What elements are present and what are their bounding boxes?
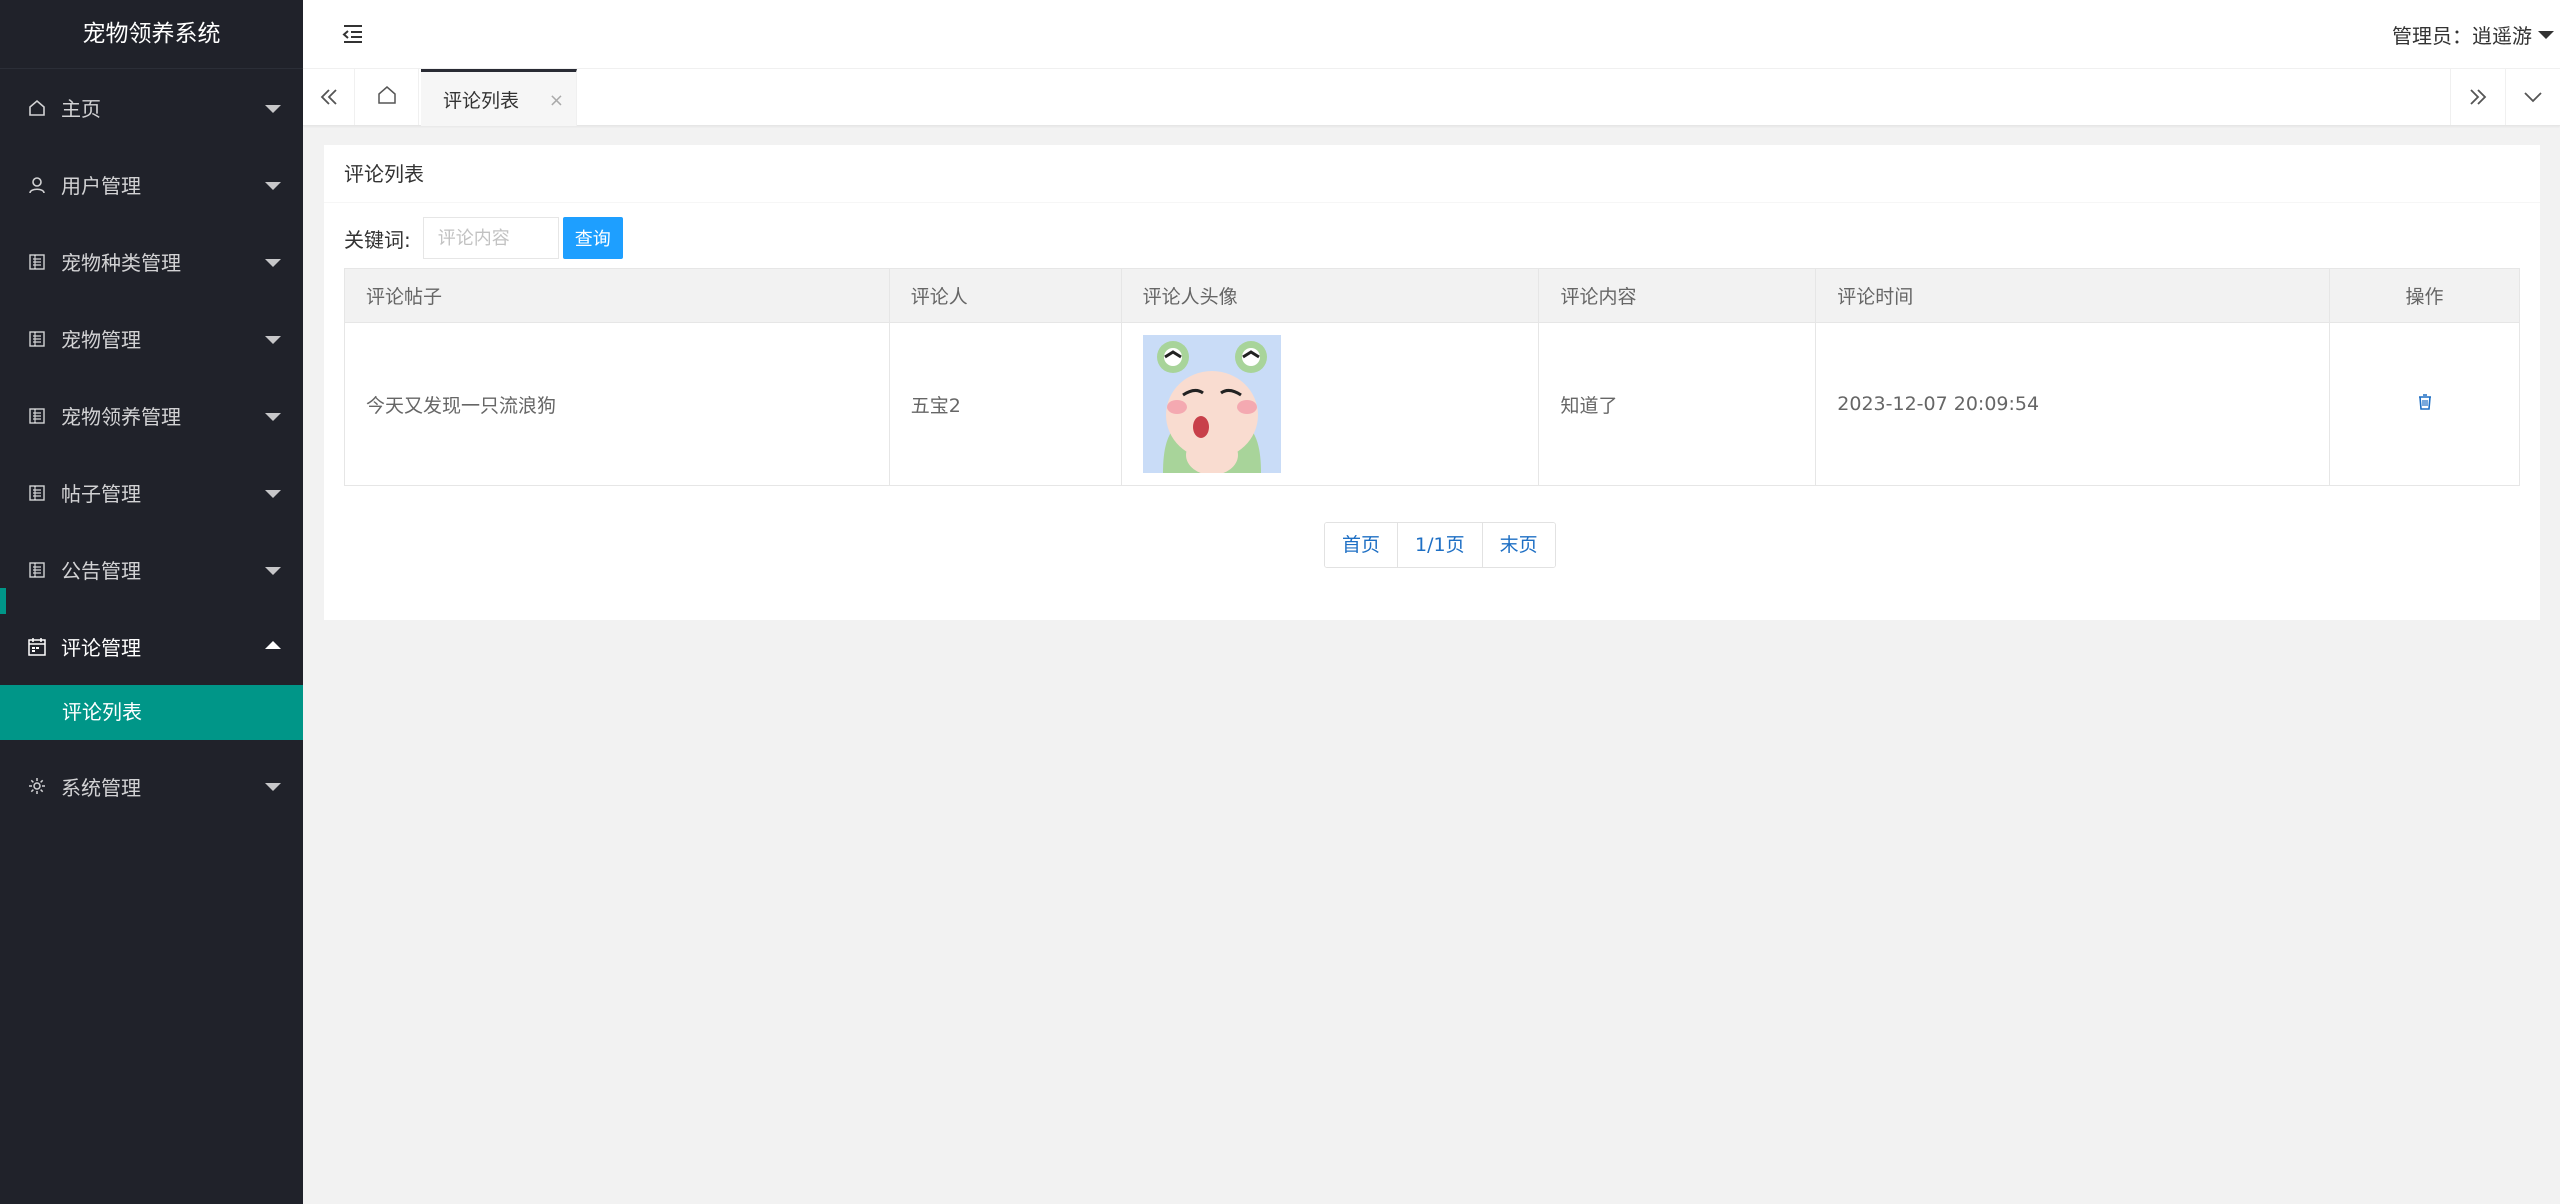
list-icon bbox=[27, 406, 47, 426]
pagination: 首页 1/1页 末页 bbox=[1324, 522, 1556, 568]
caret-down-icon bbox=[2538, 30, 2554, 39]
pager-current[interactable]: 1/1页 bbox=[1398, 523, 1483, 567]
search-button[interactable]: 查询 bbox=[562, 217, 623, 259]
user-menu[interactable]: 管理员：逍遥游 bbox=[2392, 20, 2554, 49]
column-header: 操作 bbox=[2329, 268, 2520, 323]
sidebar-item-comments[interactable]: 评论管理 bbox=[0, 588, 303, 685]
cell-content: 知道了 bbox=[1538, 322, 1817, 486]
pager-last[interactable]: 末页 bbox=[1482, 523, 1555, 567]
tab-comment-list[interactable]: 评论列表 × bbox=[421, 69, 577, 126]
pager-first[interactable]: 首页 bbox=[1325, 523, 1399, 567]
chevron-down-icon bbox=[265, 489, 281, 498]
table-row: 今天又发现一只流浪狗 五宝2 知道了 2023-12-07 20:09:54 bbox=[344, 322, 2520, 486]
chevron-down-icon bbox=[265, 104, 281, 113]
search-input[interactable] bbox=[422, 217, 559, 259]
user-icon bbox=[27, 175, 47, 195]
sidebar: 宠物领养系统 主页 用户管理 宠物种类管理 宠物管理 宠物领养管理 帖子管理 公… bbox=[0, 0, 303, 1204]
top-header: 管理员：逍遥游 bbox=[303, 0, 2560, 69]
sidebar-item-label: 用户管理 bbox=[61, 174, 141, 198]
sidebar-item-label: 系统管理 bbox=[61, 775, 141, 800]
search-label: 关键词: bbox=[344, 227, 411, 252]
sidebar-item-label: 宠物种类管理 bbox=[61, 251, 181, 275]
chevron-down-icon bbox=[265, 335, 281, 344]
column-header: 评论帖子 bbox=[344, 268, 890, 323]
sidebar-item-label: 公告管理 bbox=[61, 559, 141, 583]
sidebar-item-users[interactable]: 用户管理 bbox=[0, 146, 303, 223]
tabs-menu-chevron-down-icon[interactable] bbox=[2505, 69, 2560, 125]
sidebar-item-notices[interactable]: 公告管理 bbox=[0, 531, 303, 608]
search-bar: 关键词: 查询 bbox=[344, 217, 623, 259]
tabs-prev-icon[interactable] bbox=[303, 69, 355, 125]
chevron-up-icon bbox=[265, 640, 281, 649]
trash-icon[interactable] bbox=[2416, 393, 2434, 411]
tab-home[interactable] bbox=[355, 69, 419, 125]
chevron-down-icon bbox=[265, 258, 281, 267]
gear-icon bbox=[27, 776, 47, 796]
column-header: 评论时间 bbox=[1815, 268, 2331, 323]
chevron-down-icon bbox=[265, 783, 281, 791]
column-header: 评论人头像 bbox=[1120, 268, 1540, 323]
sidebar-item-pets[interactable]: 宠物管理 bbox=[0, 300, 303, 377]
sidebar-item-label: 宠物管理 bbox=[61, 328, 141, 352]
sidebar-toggle-icon[interactable] bbox=[341, 22, 365, 46]
tabs-bar: 评论列表 × bbox=[303, 69, 2560, 126]
user-name: 管理员：逍遥游 bbox=[2392, 24, 2532, 48]
list-icon bbox=[27, 329, 47, 349]
sidebar-subitem-comment-list[interactable]: 评论列表 bbox=[0, 685, 303, 740]
app-logo-title: 宠物领养系统 bbox=[0, 0, 303, 69]
close-icon[interactable]: × bbox=[549, 90, 564, 111]
sidebar-item-label: 帖子管理 bbox=[61, 482, 141, 506]
sidebar-item-label: 宠物领养管理 bbox=[61, 405, 181, 429]
sidebar-item-label: 主页 bbox=[61, 97, 101, 121]
calendar-icon bbox=[27, 637, 47, 657]
comment-table: 评论帖子 评论人 评论人头像 评论内容 评论时间 操作 今天又发现一只流浪狗 五… bbox=[344, 268, 2520, 486]
list-icon bbox=[27, 252, 47, 272]
column-header: 评论人 bbox=[888, 268, 1122, 323]
home-icon bbox=[376, 84, 398, 110]
cell-avatar bbox=[1120, 322, 1540, 486]
tabs-next-icon[interactable] bbox=[2450, 69, 2505, 125]
active-indicator bbox=[0, 588, 6, 614]
list-icon bbox=[27, 483, 47, 503]
chevron-down-icon bbox=[265, 566, 281, 575]
sidebar-item-label: 评论管理 bbox=[61, 636, 141, 660]
card-title: 评论列表 bbox=[324, 145, 2540, 203]
sidebar-item-pet-types[interactable]: 宠物种类管理 bbox=[0, 223, 303, 300]
cell-user: 五宝2 bbox=[888, 322, 1122, 486]
sidebar-item-system[interactable]: 系统管理 bbox=[0, 740, 303, 832]
sidebar-item-posts[interactable]: 帖子管理 bbox=[0, 454, 303, 531]
content-card: 评论列表 关键词: 查询 评论帖子 评论人 评论人头像 评论内容 评论时间 操作… bbox=[324, 145, 2540, 620]
home-icon bbox=[27, 98, 47, 118]
avatar bbox=[1142, 335, 1281, 473]
column-header: 评论内容 bbox=[1538, 268, 1817, 323]
chevron-down-icon bbox=[265, 181, 281, 190]
sidebar-item-adoption[interactable]: 宠物领养管理 bbox=[0, 377, 303, 454]
cell-time: 2023-12-07 20:09:54 bbox=[1815, 322, 2331, 486]
tab-label: 评论列表 bbox=[443, 89, 520, 112]
chevron-down-icon bbox=[265, 412, 281, 421]
cell-post: 今天又发现一只流浪狗 bbox=[344, 322, 890, 486]
table-header-row: 评论帖子 评论人 评论人头像 评论内容 评论时间 操作 bbox=[344, 268, 2520, 323]
cell-actions bbox=[2329, 322, 2520, 486]
sidebar-item-home[interactable]: 主页 bbox=[0, 69, 303, 146]
list-icon bbox=[27, 560, 47, 580]
